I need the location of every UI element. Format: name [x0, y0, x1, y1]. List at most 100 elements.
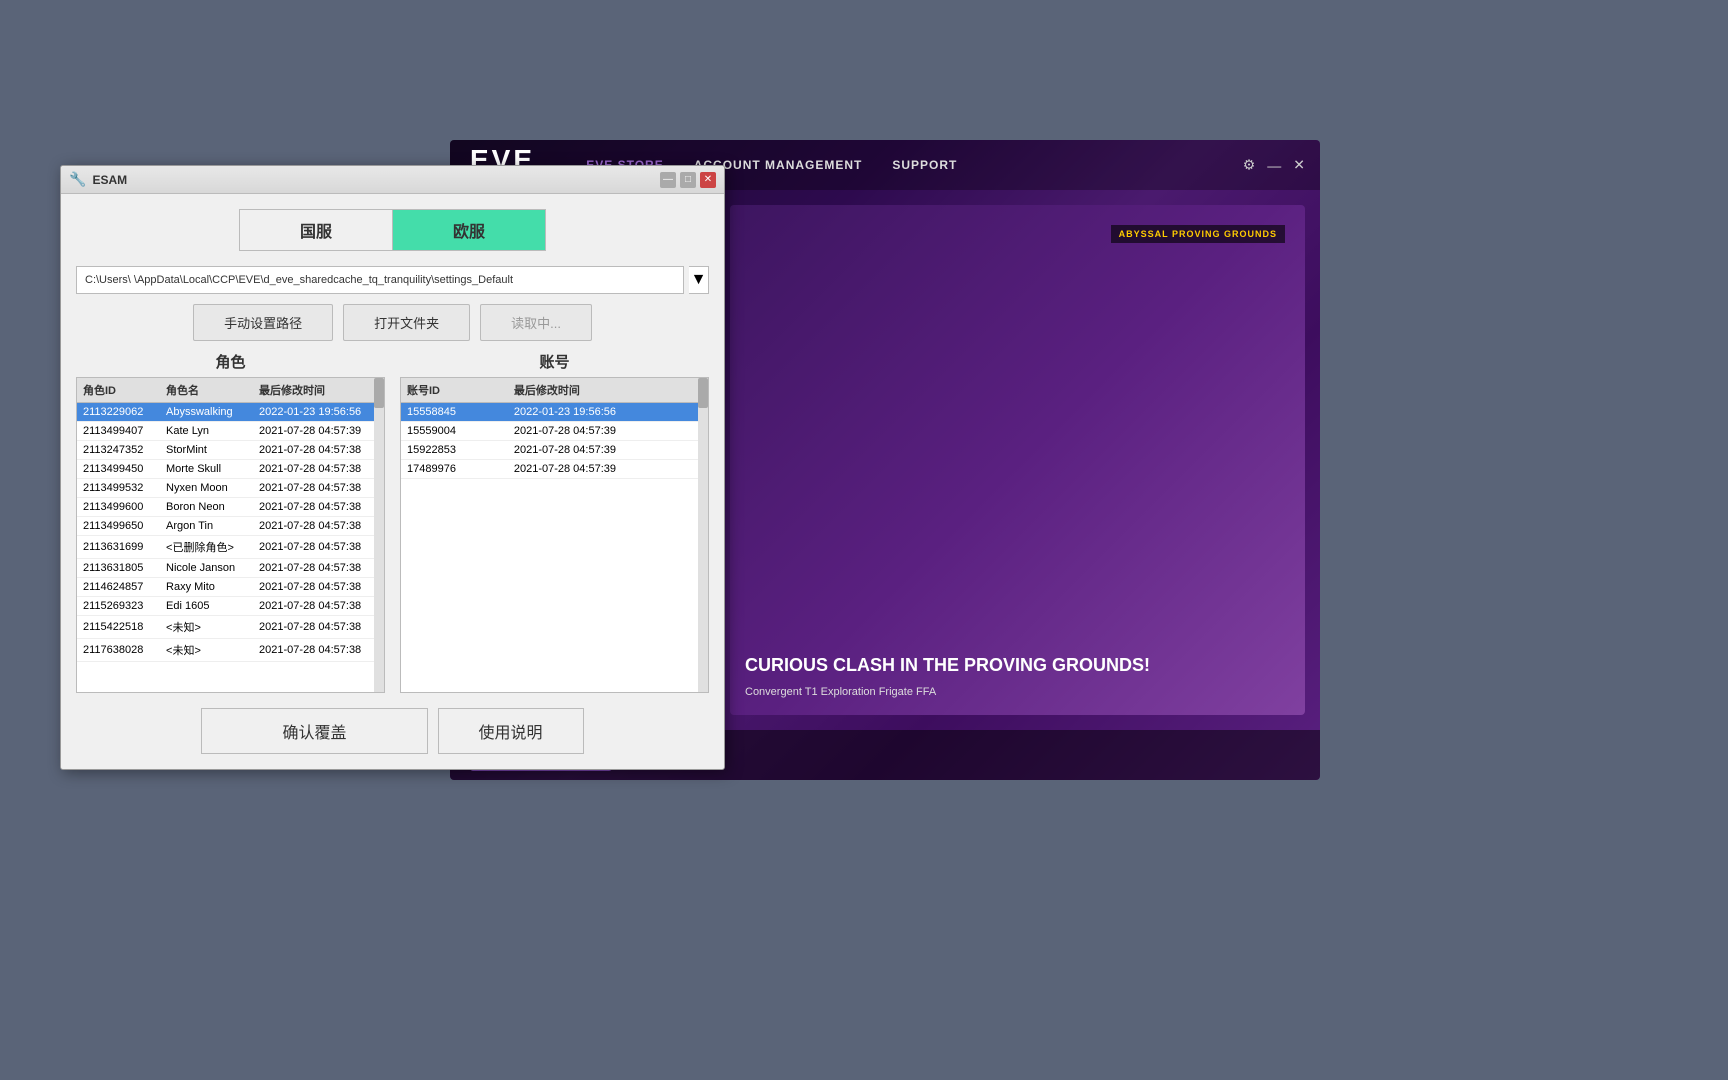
- esam-window: 🔧 ESAM — □ ✕ 国服 欧服 C:\Users\ \AppData\Lo…: [60, 165, 725, 770]
- char-time-cell: 2021-07-28 04:57:38: [253, 578, 384, 597]
- character-scroll-thumb: [374, 378, 384, 408]
- char-name-cell: StorMint: [160, 441, 253, 460]
- eve-settings-button[interactable]: ⚙: [1243, 157, 1256, 174]
- char-name-cell: Argon Tin: [160, 517, 253, 536]
- table-row[interactable]: 2113631805 Nicole Janson 2021-07-28 04:5…: [77, 559, 384, 578]
- char-id-cell: 2113499532: [77, 479, 160, 498]
- char-time-cell: 2021-07-28 04:57:38: [253, 536, 384, 559]
- table-row[interactable]: 15559004 2021-07-28 04:57:39: [401, 422, 708, 441]
- bottom-buttons: 确认覆盖 使用说明: [76, 708, 709, 754]
- char-time-cell: 2021-07-28 04:57:38: [253, 639, 384, 662]
- esam-restore-button[interactable]: □: [680, 172, 696, 188]
- eve-close-button[interactable]: ✕: [1293, 157, 1305, 174]
- character-section: 角色 角色ID 角色名 最后修改时间 2113229062 Abysswal: [76, 351, 385, 693]
- table-row[interactable]: 2113499407 Kate Lyn 2021-07-28 04:57:39: [77, 422, 384, 441]
- account-table-wrapper: 账号ID 最后修改时间 15558845 2022-01-23 19:56:56…: [400, 377, 709, 693]
- char-time-cell: 2022-01-23 19:56:56: [253, 403, 384, 422]
- col-acct-time: 最后修改时间: [508, 378, 708, 403]
- acct-time-cell: 2021-07-28 04:57:39: [508, 460, 708, 479]
- col-char-time: 最后修改时间: [253, 378, 384, 403]
- server-eu-button[interactable]: 欧服: [392, 209, 546, 251]
- char-name-cell: Raxy Mito: [160, 578, 253, 597]
- set-path-button[interactable]: 手动设置路径: [193, 304, 333, 341]
- col-char-name: 角色名: [160, 378, 253, 403]
- table-row[interactable]: 2113229062 Abysswalking 2022-01-23 19:56…: [77, 403, 384, 422]
- char-name-cell: Morte Skull: [160, 460, 253, 479]
- reading-button[interactable]: 读取中...: [480, 304, 592, 341]
- table-row[interactable]: 15922853 2021-07-28 04:57:39: [401, 441, 708, 460]
- char-id-cell: 2113499600: [77, 498, 160, 517]
- table-row[interactable]: 2113247352 StorMint 2021-07-28 04:57:38: [77, 441, 384, 460]
- char-name-cell: Abysswalking: [160, 403, 253, 422]
- acct-time-cell: 2021-07-28 04:57:39: [508, 422, 708, 441]
- curious-title: CURIOUS CLASH IN THE PROVING GROUNDS!: [745, 655, 1290, 677]
- table-row[interactable]: 2113499450 Morte Skull 2021-07-28 04:57:…: [77, 460, 384, 479]
- char-name-cell: Nicole Janson: [160, 559, 253, 578]
- nav-support[interactable]: SUPPORT: [892, 158, 957, 172]
- char-id-cell: 2114624857: [77, 578, 160, 597]
- esam-minimize-button[interactable]: —: [660, 172, 676, 188]
- char-id-cell: 2113631805: [77, 559, 160, 578]
- help-button[interactable]: 使用说明: [438, 708, 584, 754]
- account-table: 账号ID 最后修改时间 15558845 2022-01-23 19:56:56…: [401, 378, 708, 479]
- table-row[interactable]: 2113499650 Argon Tin 2021-07-28 04:57:38: [77, 517, 384, 536]
- table-row[interactable]: 2114624857 Raxy Mito 2021-07-28 04:57:38: [77, 578, 384, 597]
- eve-window-controls: ⚙ — ✕: [1243, 157, 1305, 174]
- esam-title: ESAM: [92, 173, 656, 187]
- acct-id-cell: 15558845: [401, 403, 508, 422]
- esam-title-icon: 🔧: [69, 171, 86, 188]
- table-row[interactable]: 15558845 2022-01-23 19:56:56: [401, 403, 708, 422]
- path-dropdown-button[interactable]: ▼: [689, 266, 709, 294]
- table-row[interactable]: 2113499532 Nyxen Moon 2021-07-28 04:57:3…: [77, 479, 384, 498]
- char-id-cell: 2115422518: [77, 616, 160, 639]
- char-name-cell: Kate Lyn: [160, 422, 253, 441]
- character-scrollbar[interactable]: [374, 378, 384, 692]
- confirm-overwrite-button[interactable]: 确认覆盖: [201, 708, 427, 754]
- char-id-cell: 2113499650: [77, 517, 160, 536]
- char-time-cell: 2021-07-28 04:57:38: [253, 498, 384, 517]
- account-section-title: 账号: [400, 351, 709, 372]
- eve-minimize-button[interactable]: —: [1267, 157, 1281, 173]
- char-name-cell: <未知>: [160, 616, 253, 639]
- char-id-cell: 2117638028: [77, 639, 160, 662]
- path-row: C:\Users\ \AppData\Local\CCP\EVE\d_eve_s…: [76, 266, 709, 294]
- acct-id-cell: 15922853: [401, 441, 508, 460]
- table-row[interactable]: 2113631699 <已删除角色> 2021-07-28 04:57:38: [77, 536, 384, 559]
- table-row[interactable]: 2115422518 <未知> 2021-07-28 04:57:38: [77, 616, 384, 639]
- char-time-cell: 2021-07-28 04:57:38: [253, 460, 384, 479]
- esam-titlebar: 🔧 ESAM — □ ✕: [61, 166, 724, 194]
- acct-id-cell: 15559004: [401, 422, 508, 441]
- acct-time-cell: 2021-07-28 04:57:39: [508, 441, 708, 460]
- server-cn-button[interactable]: 国服: [239, 209, 392, 251]
- char-name-cell: Boron Neon: [160, 498, 253, 517]
- table-row[interactable]: 2117638028 <未知> 2021-07-28 04:57:38: [77, 639, 384, 662]
- action-buttons: 手动设置路径 打开文件夹 读取中...: [76, 304, 709, 341]
- char-name-cell: <未知>: [160, 639, 253, 662]
- char-time-cell: 2021-07-28 04:57:38: [253, 441, 384, 460]
- acct-id-cell: 17489976: [401, 460, 508, 479]
- open-folder-button[interactable]: 打开文件夹: [343, 304, 470, 341]
- eve-banner-right: ABYSSAL PROVING GROUNDS CURIOUS CLASH IN…: [730, 205, 1305, 715]
- abyssal-badge: ABYSSAL PROVING GROUNDS: [1111, 225, 1285, 243]
- char-time-cell: 2021-07-28 04:57:38: [253, 517, 384, 536]
- esam-close-button[interactable]: ✕: [700, 172, 716, 188]
- col-char-id: 角色ID: [77, 378, 160, 403]
- path-display: C:\Users\ \AppData\Local\CCP\EVE\d_eve_s…: [76, 266, 684, 294]
- char-name-cell: Nyxen Moon: [160, 479, 253, 498]
- table-row[interactable]: 2113499600 Boron Neon 2021-07-28 04:57:3…: [77, 498, 384, 517]
- char-id-cell: 2113631699: [77, 536, 160, 559]
- character-table: 角色ID 角色名 最后修改时间 2113229062 Abysswalking …: [77, 378, 384, 662]
- character-section-title: 角色: [76, 351, 385, 372]
- char-name-cell: Edi 1605: [160, 597, 253, 616]
- table-row[interactable]: 2115269323 Edi 1605 2021-07-28 04:57:38: [77, 597, 384, 616]
- char-time-cell: 2021-07-28 04:57:38: [253, 559, 384, 578]
- table-row[interactable]: 17489976 2021-07-28 04:57:39: [401, 460, 708, 479]
- esam-body: 国服 欧服 C:\Users\ \AppData\Local\CCP\EVE\d…: [61, 194, 724, 769]
- server-buttons: 国服 欧服: [76, 209, 709, 251]
- char-time-cell: 2021-07-28 04:57:38: [253, 479, 384, 498]
- col-acct-id: 账号ID: [401, 378, 508, 403]
- char-id-cell: 2113499407: [77, 422, 160, 441]
- char-id-cell: 2113229062: [77, 403, 160, 422]
- account-scrollbar[interactable]: [698, 378, 708, 692]
- acct-time-cell: 2022-01-23 19:56:56: [508, 403, 708, 422]
